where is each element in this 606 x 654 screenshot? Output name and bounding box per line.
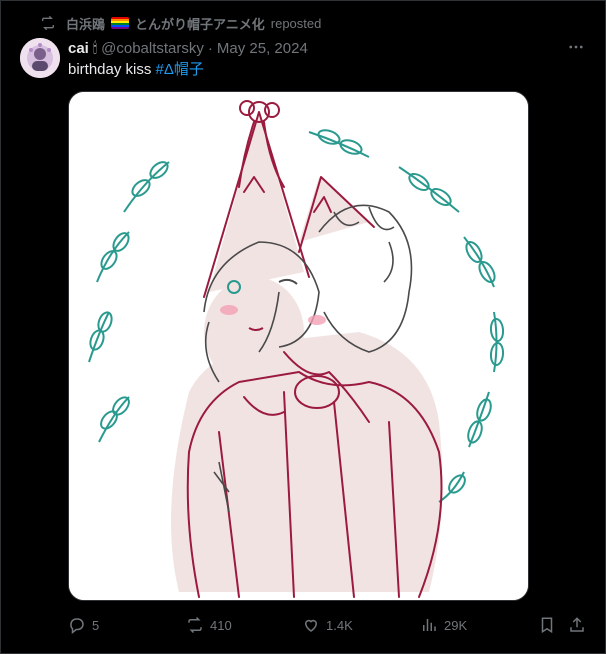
reply-button[interactable]: 5 bbox=[68, 614, 99, 636]
tweet-text: birthday kiss #Δ帽子 bbox=[68, 60, 204, 80]
tweet-date[interactable]: May 25, 2024 bbox=[217, 40, 308, 57]
reposter-suffix[interactable]: とんがり帽子アニメ化 bbox=[135, 14, 265, 33]
separator: · bbox=[207, 39, 213, 57]
bookmark-icon bbox=[541, 617, 553, 634]
rainbow-flag-icon bbox=[111, 17, 130, 29]
share-icon bbox=[570, 617, 584, 632]
repost-button[interactable]: 410 bbox=[186, 614, 232, 636]
bookmark-button[interactable] bbox=[538, 614, 556, 636]
tweet-header: cai 🕯 @cobaltstarsky · May 25, 2024 bbox=[68, 38, 308, 58]
more-icon bbox=[569, 45, 583, 49]
action-bar: 5 410 1.4K 29K bbox=[68, 614, 588, 636]
reply-icon bbox=[70, 618, 84, 634]
repost-icon bbox=[188, 616, 202, 634]
avatar-image bbox=[20, 38, 60, 78]
share-button[interactable] bbox=[568, 614, 586, 636]
candle-emoji: 🕯 bbox=[92, 39, 98, 57]
views-count: 29K bbox=[444, 617, 468, 633]
reply-count: 5 bbox=[92, 617, 100, 633]
author-handle[interactable]: @cobaltstarsky bbox=[101, 40, 204, 57]
repost-context[interactable]: 白浜鴎 とんがり帽子アニメ化 reposted bbox=[40, 14, 321, 32]
heart-icon bbox=[304, 619, 318, 632]
more-button[interactable] bbox=[566, 38, 586, 56]
reposter-name[interactable]: 白浜鴎 bbox=[66, 14, 105, 33]
views-button[interactable]: 29K bbox=[420, 614, 467, 636]
hashtag-link[interactable]: #Δ帽子 bbox=[156, 61, 204, 78]
tweet-body: birthday kiss bbox=[68, 61, 152, 78]
tweet-image[interactable] bbox=[68, 91, 529, 601]
like-button[interactable]: 1.4K bbox=[302, 614, 353, 636]
analytics-icon bbox=[423, 619, 436, 631]
repost-count: 410 bbox=[210, 617, 232, 633]
author-name[interactable]: cai bbox=[68, 40, 89, 57]
like-count: 1.4K bbox=[326, 617, 353, 633]
illustration bbox=[69, 92, 528, 600]
avatar[interactable] bbox=[20, 38, 60, 78]
repost-icon bbox=[42, 15, 54, 31]
reposted-label: reposted bbox=[270, 15, 322, 31]
